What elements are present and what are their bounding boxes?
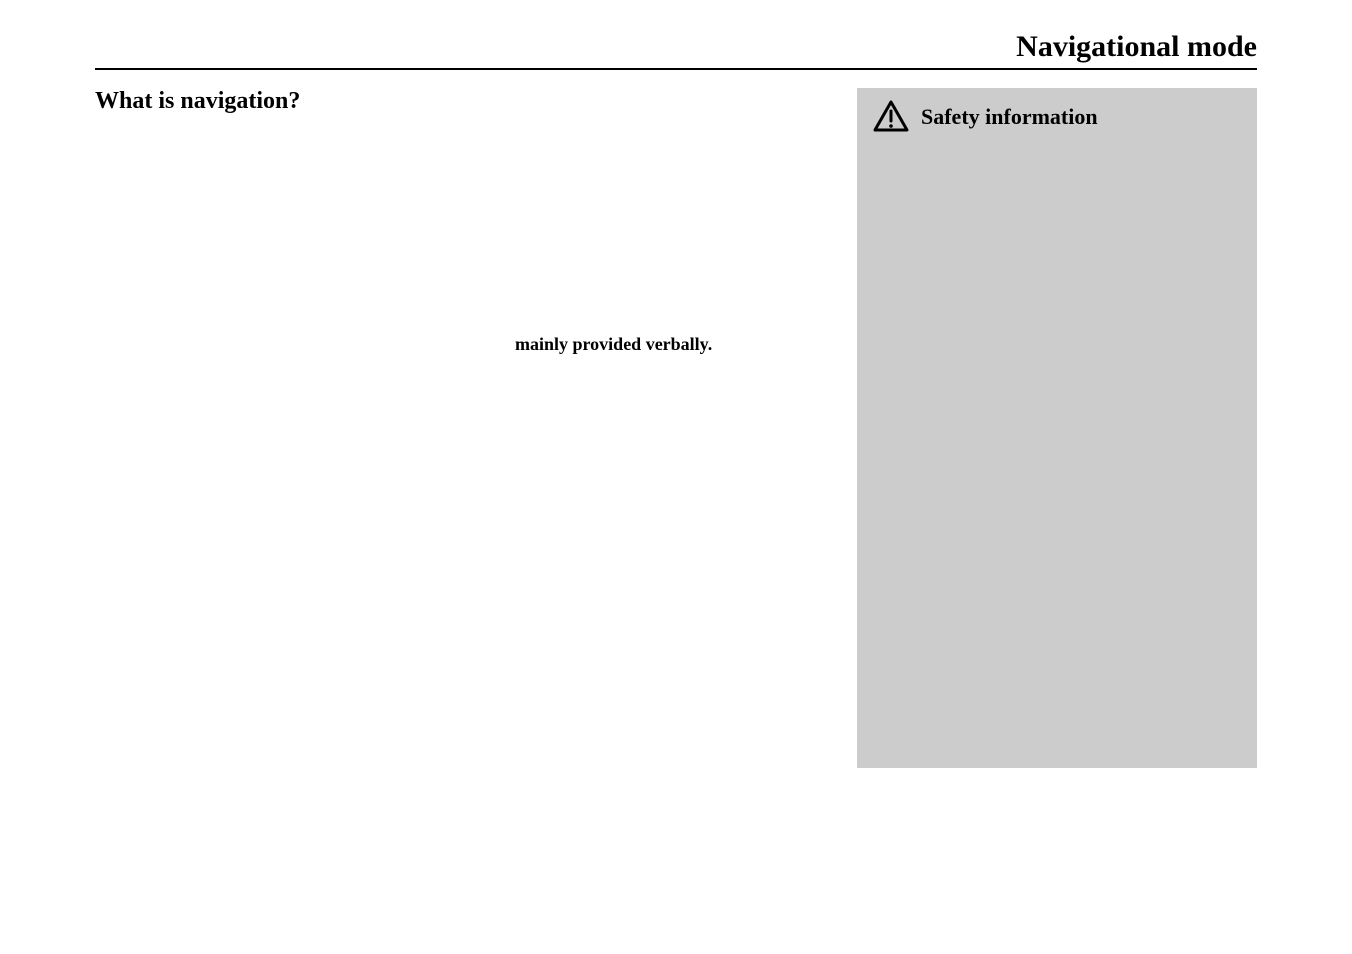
- main-content: What is navigation? mainly provided verb…: [95, 88, 827, 768]
- safety-header: Safety information: [873, 100, 1241, 139]
- section-heading: What is navigation?: [95, 88, 827, 115]
- emphasized-text: mainly provided verbally.: [515, 334, 712, 355]
- warning-icon: [873, 100, 909, 139]
- safety-info-box: Safety information: [857, 88, 1257, 768]
- page-header: Navigational mode: [95, 30, 1257, 70]
- safety-title: Safety information: [921, 100, 1098, 130]
- content-area: What is navigation? mainly provided verb…: [95, 88, 1257, 768]
- page-title: Navigational mode: [1016, 30, 1257, 63]
